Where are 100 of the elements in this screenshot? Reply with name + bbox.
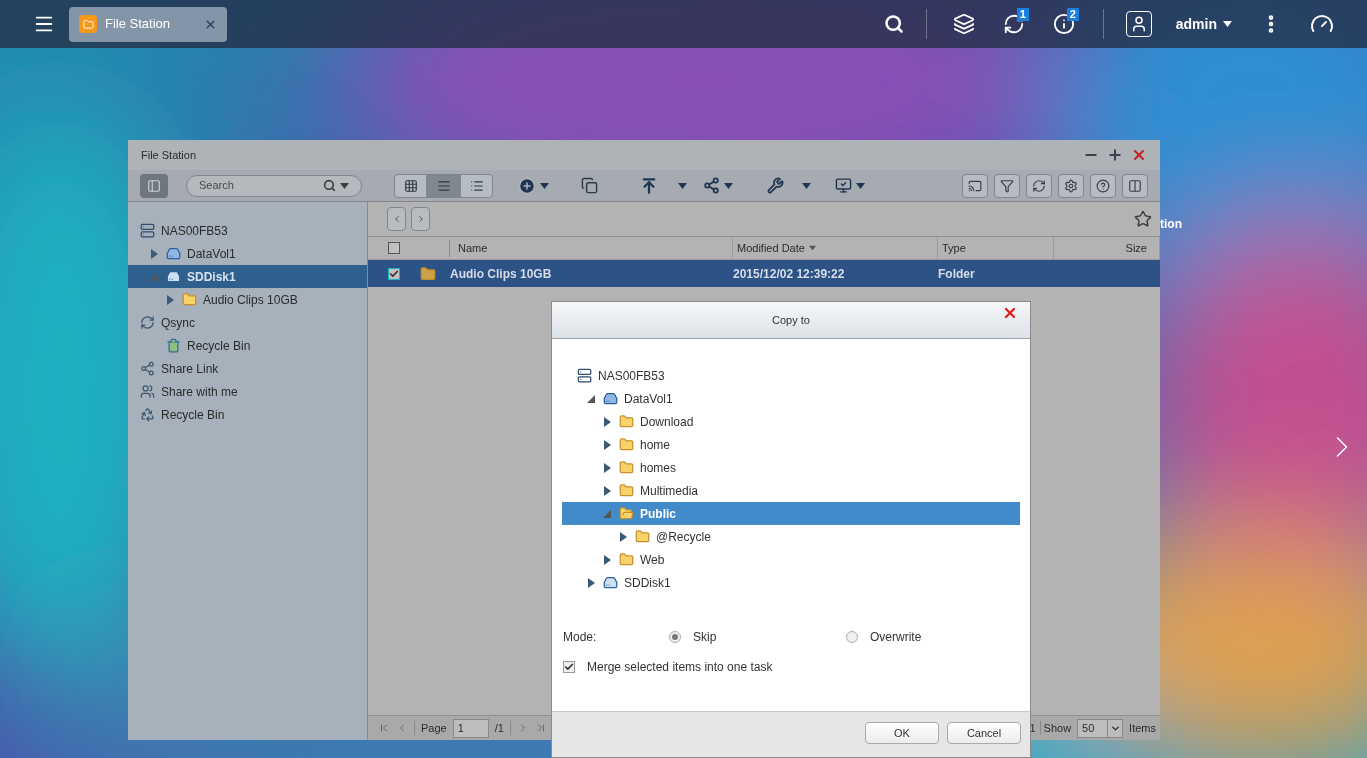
caret-icon [540,182,549,189]
panel-button[interactable] [1122,173,1148,198]
tree-item[interactable]: Public [562,502,1020,525]
checkbox[interactable] [388,242,400,254]
view-mode-button[interactable] [394,173,427,198]
table-row[interactable]: Audio Clips 10GB 2015/12/02 12:39:22 Folder [368,260,1160,287]
help-icon [1096,178,1110,193]
settings-button[interactable] [1058,173,1084,198]
share-icon [703,177,720,194]
sidebar-toggle-button[interactable] [140,173,168,198]
plus-icon [518,176,536,195]
server-icon [577,368,592,383]
trash-icon [166,338,181,353]
expand-arrow-icon[interactable] [603,462,611,473]
tree-item[interactable]: home [562,433,1020,456]
checkbox[interactable] [388,267,400,280]
drive-icon [603,575,618,590]
page-field[interactable]: 1 [452,718,489,738]
copy-icon[interactable] [581,177,598,194]
tree-item[interactable]: Download [562,410,1020,433]
tree-item[interactable]: Share with me [128,380,367,403]
close-icon[interactable] [1131,147,1147,163]
tree-item[interactable]: Share Link [128,357,367,380]
search-icon[interactable] [883,14,904,34]
dialog-button[interactable]: Cancel [947,722,1021,744]
drive-icon [166,269,181,284]
tree-item[interactable]: NAS00FB53 [562,364,1020,387]
upload-button[interactable] [640,176,687,195]
maximize-icon[interactable] [1107,147,1123,163]
folder-icon [182,292,197,307]
page-size-select[interactable]: 50 [1077,718,1124,738]
radio-button[interactable] [669,631,681,643]
column-header[interactable]: Name [458,239,488,257]
tree-item[interactable]: Recycle Bin [128,403,367,426]
expand-arrow-icon[interactable] [603,485,611,496]
view-mode-button[interactable] [427,173,460,198]
folder-icon [635,529,650,544]
close-icon[interactable] [1002,305,1018,321]
user-menu[interactable]: admin [1175,13,1232,35]
column-header[interactable]: Modified Date [737,239,816,257]
expand-arrow-icon[interactable] [619,531,627,542]
folder-icon [619,552,634,567]
panel-icon [147,178,161,193]
filter-button[interactable] [994,173,1020,198]
expand-arrow-icon[interactable] [150,248,158,259]
recycle-icon [140,407,155,422]
sync-icon [140,315,155,330]
cast-button[interactable] [962,173,988,198]
create-button[interactable] [518,176,549,195]
checkbox[interactable] [563,661,575,673]
tree-item[interactable]: SDDisk1 [562,571,1020,594]
tree-label: homes [640,459,677,477]
radio-button[interactable] [846,631,858,643]
tree-item[interactable]: homes [562,456,1020,479]
search-field[interactable]: Search [186,174,362,197]
show-label: Show [1043,720,1072,736]
tree-item[interactable]: SDDisk1 [128,265,367,288]
radio-option[interactable]: Skip [669,628,846,646]
refresh-button[interactable] [1026,173,1052,198]
item-count: 1 [1029,720,1036,736]
tab-label: File Station [105,15,172,34]
expand-arrow-icon[interactable] [603,554,611,565]
people-icon [140,384,155,399]
dialog-button[interactable]: OK [865,722,939,744]
notification-badge: 2 [1066,8,1079,21]
tree-item[interactable]: NAS00FB53 [128,219,367,242]
refresh-icon [1032,178,1046,193]
star-icon[interactable] [1134,210,1152,228]
expand-arrow-icon[interactable] [587,577,595,588]
expand-arrow-icon[interactable] [603,439,611,450]
tree-label: Share Link [161,360,219,378]
tree-item[interactable]: DataVol1 [562,387,1020,410]
stack-icon[interactable] [952,13,975,35]
expand-arrow-icon[interactable] [603,416,611,427]
cast-icon [968,178,982,193]
help-button[interactable] [1090,173,1116,198]
tree-item[interactable]: Web [562,548,1020,571]
monitor-icon [835,177,852,194]
tree-item[interactable]: Multimedia [562,479,1020,502]
checkbox-label: Merge selected items into one task [587,659,773,676]
tree-item[interactable]: Qsync [128,311,367,334]
remote-button[interactable] [835,177,865,194]
column-header[interactable]: Size [1125,239,1147,257]
tree-item[interactable]: @Recycle [562,525,1020,548]
close-icon[interactable] [204,17,217,31]
user-avatar-icon[interactable] [1125,11,1152,37]
radio-option[interactable]: Overwrite [846,628,922,646]
tree-item[interactable]: DataVol1 [128,242,367,265]
search-input[interactable]: Search [199,177,323,194]
tree-label: SDDisk1 [624,574,671,592]
tools-button[interactable] [767,177,811,194]
expand-arrow-icon[interactable] [166,294,174,305]
tree-label: Public [640,505,676,523]
tree-item[interactable]: Recycle Bin [128,334,367,357]
collapse-arrow-icon[interactable] [587,394,595,403]
column-header[interactable]: Type [942,239,966,257]
tree-label: Recycle Bin [161,406,225,424]
share-button[interactable] [703,177,733,194]
folder-icon [619,437,634,452]
tree-item[interactable]: Audio Clips 10GB [128,288,367,311]
